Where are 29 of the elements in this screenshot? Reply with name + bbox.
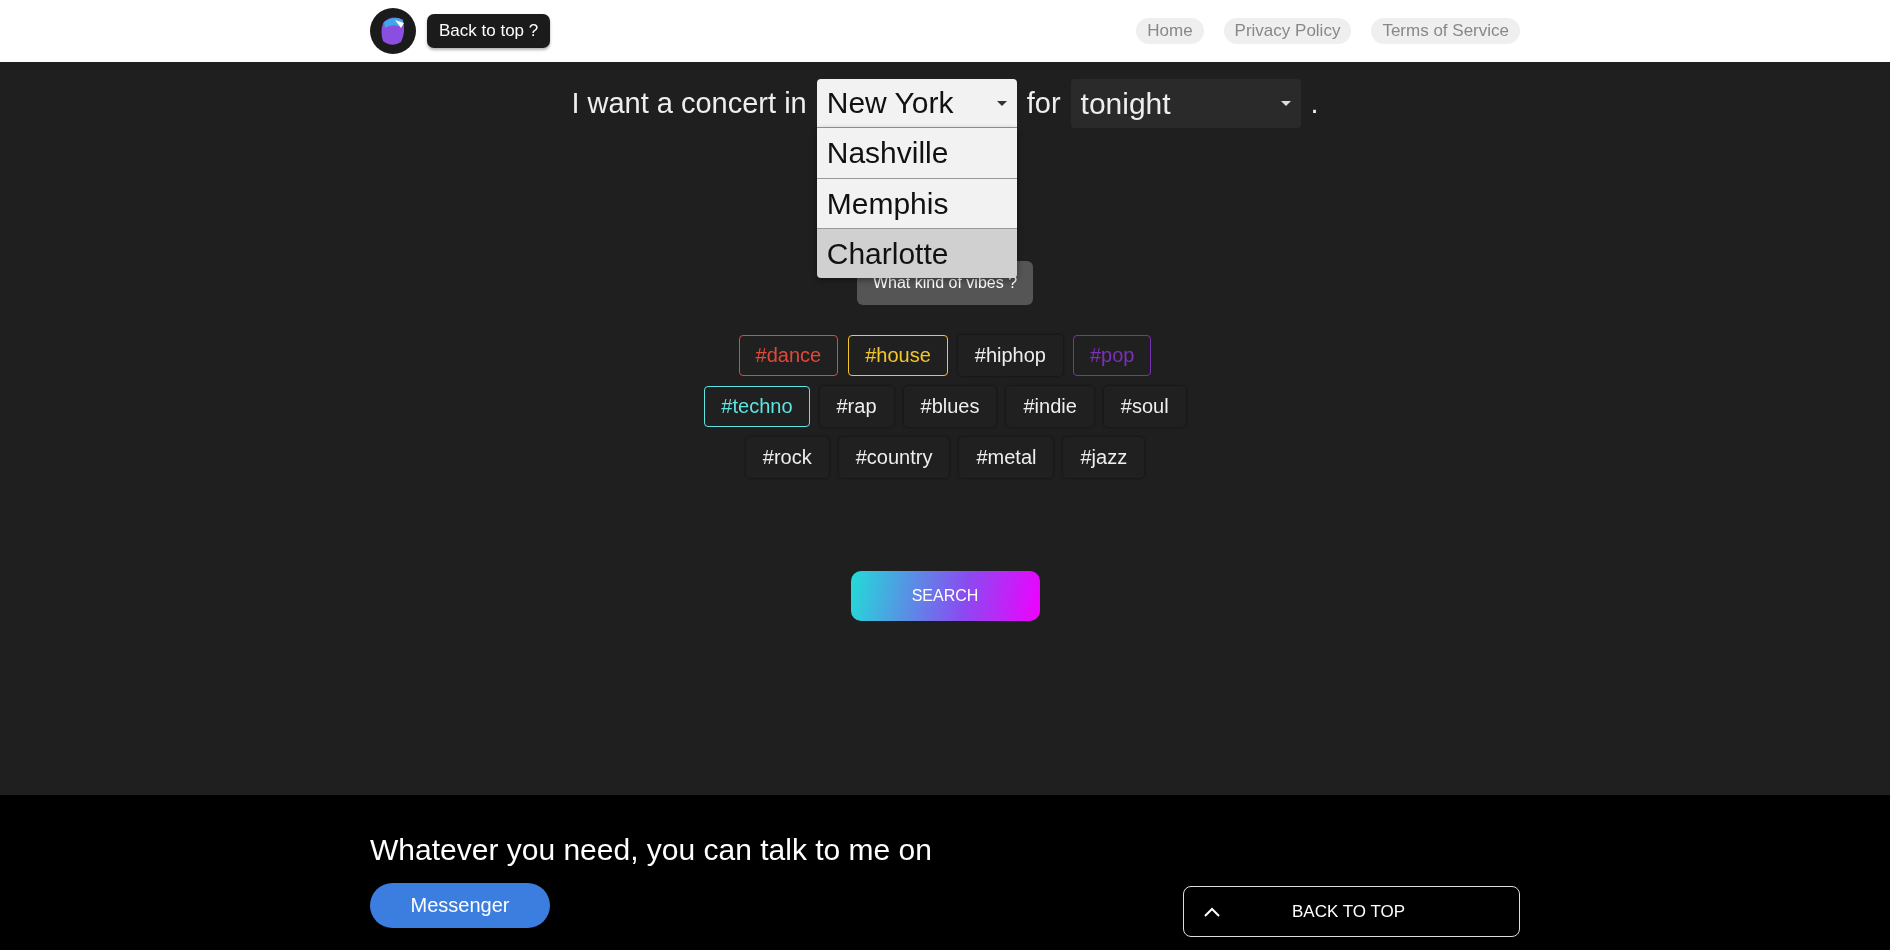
city-select[interactable]: New York xyxy=(816,79,1017,128)
sentence-text: for xyxy=(1026,87,1061,120)
genre-tag[interactable]: #country xyxy=(838,437,950,478)
messenger-button[interactable]: Messenger xyxy=(370,883,550,928)
chevron-up-icon xyxy=(1204,906,1220,917)
caret-icon xyxy=(996,100,1007,106)
caret-icon xyxy=(1280,101,1291,106)
dropdown-option[interactable]: Memphis xyxy=(816,178,1017,228)
genre-tag[interactable]: #jazz xyxy=(1063,437,1145,478)
dropdown-option[interactable]: Charlotte xyxy=(816,228,1017,278)
genre-tag[interactable]: #techno xyxy=(704,386,810,427)
genre-tag[interactable]: #hiphop xyxy=(957,335,1063,376)
back-to-top-tooltip: Back to top ? xyxy=(427,14,551,48)
footer-tagline: Whatever you need, you can talk to me on xyxy=(370,833,933,867)
time-select[interactable]: tonight xyxy=(1070,79,1301,128)
genre-tag[interactable]: #metal xyxy=(959,437,1054,478)
genre-tag[interactable]: #indie xyxy=(1006,386,1094,427)
genre-tag[interactable]: #house xyxy=(848,335,948,376)
genre-tag[interactable]: #soul xyxy=(1103,386,1186,427)
back-to-top-button[interactable]: BACK TO TOP xyxy=(1183,886,1520,937)
search-button[interactable]: SEARCH xyxy=(850,571,1040,621)
genre-tag[interactable]: #rap xyxy=(819,386,894,427)
genre-tag[interactable]: #dance xyxy=(738,335,839,376)
genre-tag[interactable]: #blues xyxy=(903,386,997,427)
avatar-icon[interactable] xyxy=(370,8,416,54)
genre-tag[interactable]: #rock xyxy=(745,437,829,478)
dropdown-option[interactable]: Nashville xyxy=(816,128,1017,178)
sentence-text: I want a concert in xyxy=(571,87,807,120)
sentence-text: . xyxy=(1310,87,1319,120)
